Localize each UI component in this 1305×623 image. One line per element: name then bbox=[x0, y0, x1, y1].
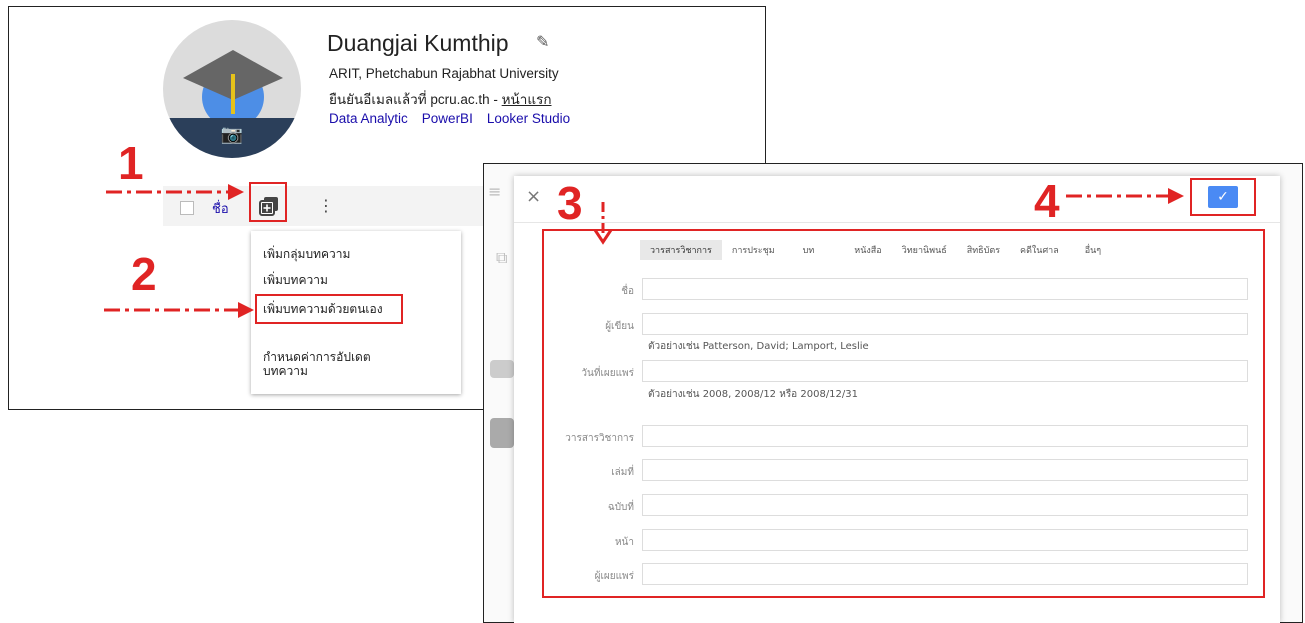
step-1-highlight bbox=[249, 182, 287, 222]
journal-field[interactable] bbox=[642, 425, 1248, 447]
tab-court-case[interactable]: คดีในศาล bbox=[1010, 240, 1069, 260]
publisher-label: ผู้เผยแพร่ bbox=[594, 571, 634, 582]
menu-add-article[interactable]: เพิ่มบทความ bbox=[263, 271, 328, 290]
authors-field[interactable] bbox=[642, 313, 1248, 335]
camera-icon[interactable]: 📷 bbox=[163, 124, 301, 145]
title-label: ชื่อ bbox=[621, 286, 634, 297]
tab-conference[interactable]: การประชุม bbox=[722, 240, 785, 260]
tab-book[interactable]: หนังสือ bbox=[844, 240, 891, 260]
tab-journal[interactable]: วารสารวิชาการ bbox=[640, 240, 722, 260]
background-shape bbox=[490, 418, 514, 448]
edit-icon[interactable]: ✎ bbox=[536, 32, 549, 51]
profile-email-line: ยืนยันอีเมลแล้วที่ pcru.ac.th - หน้าแรก bbox=[329, 88, 552, 110]
tab-patent[interactable]: สิทธิบัตร bbox=[957, 240, 1010, 260]
publisher-field[interactable] bbox=[642, 563, 1248, 585]
interest-link[interactable]: Data Analytic bbox=[329, 111, 408, 126]
interest-link[interactable]: PowerBI bbox=[422, 111, 473, 126]
more-options-icon[interactable]: ⋮ bbox=[318, 196, 334, 215]
close-icon[interactable]: × bbox=[526, 186, 541, 207]
profile-email: ยืนยันอีเมลแล้วที่ pcru.ac.th bbox=[329, 92, 490, 107]
date-label: วันที่เผยแพร่ bbox=[581, 368, 634, 379]
date-hint: ตัวอย่างเช่น 2008, 2008/12 หรือ 2008/12/… bbox=[648, 389, 859, 400]
menu-configure-updates-line2: บทความ bbox=[263, 364, 308, 378]
menu-icon[interactable]: ≡ bbox=[488, 182, 501, 201]
interest-link[interactable]: Looker Studio bbox=[487, 111, 570, 126]
step-1-label: 1 bbox=[118, 137, 144, 189]
step-4-label: 4 bbox=[1034, 175, 1060, 227]
tab-other[interactable]: อื่นๆ bbox=[1075, 240, 1111, 260]
authors-label: ผู้เขียน bbox=[605, 321, 634, 332]
camera-icon: ⧉ bbox=[496, 248, 508, 267]
issue-field[interactable] bbox=[642, 494, 1248, 516]
step-4-arrow bbox=[1066, 188, 1184, 204]
step-3-label: 3 bbox=[557, 177, 583, 229]
avatar[interactable]: 📷 bbox=[163, 20, 301, 158]
volume-label: เล่มที่ bbox=[611, 467, 634, 478]
journal-label: วารสารวิชาการ bbox=[565, 433, 634, 444]
step-1-arrow bbox=[106, 184, 244, 200]
volume-field[interactable] bbox=[642, 459, 1248, 481]
homepage-link[interactable]: หน้าแรก bbox=[502, 92, 552, 107]
profile-name: Duangjai Kumthip bbox=[327, 30, 509, 56]
step-2-arrow bbox=[104, 302, 254, 318]
step-2-label: 2 bbox=[131, 248, 157, 300]
issue-label: ฉบับที่ bbox=[607, 502, 634, 513]
email-separator: - bbox=[489, 92, 502, 107]
tab-chapter[interactable]: บท bbox=[793, 240, 825, 260]
article-type-tabs: วารสารวิชาการ การประชุม บท หนังสือ วิทยา… bbox=[640, 240, 1111, 260]
authors-hint: ตัวอย่างเช่น Patterson, David; Lamport, … bbox=[648, 341, 869, 352]
menu-add-group[interactable]: เพิ่มกลุ่มบทความ bbox=[263, 245, 350, 264]
tab-thesis[interactable]: วิทยานิพนธ์ bbox=[892, 240, 957, 260]
profile-affiliation: ARIT, Phetchabun Rajabhat University bbox=[329, 66, 559, 81]
date-field[interactable] bbox=[642, 360, 1248, 382]
pages-field[interactable] bbox=[642, 529, 1248, 551]
title-field[interactable] bbox=[642, 278, 1248, 300]
step-2-highlight bbox=[255, 294, 403, 324]
pages-label: หน้า bbox=[614, 537, 634, 548]
background-shape bbox=[490, 360, 514, 378]
profile-interests: Data Analytic PowerBI Looker Studio bbox=[329, 111, 584, 126]
step-4-highlight bbox=[1190, 178, 1256, 216]
